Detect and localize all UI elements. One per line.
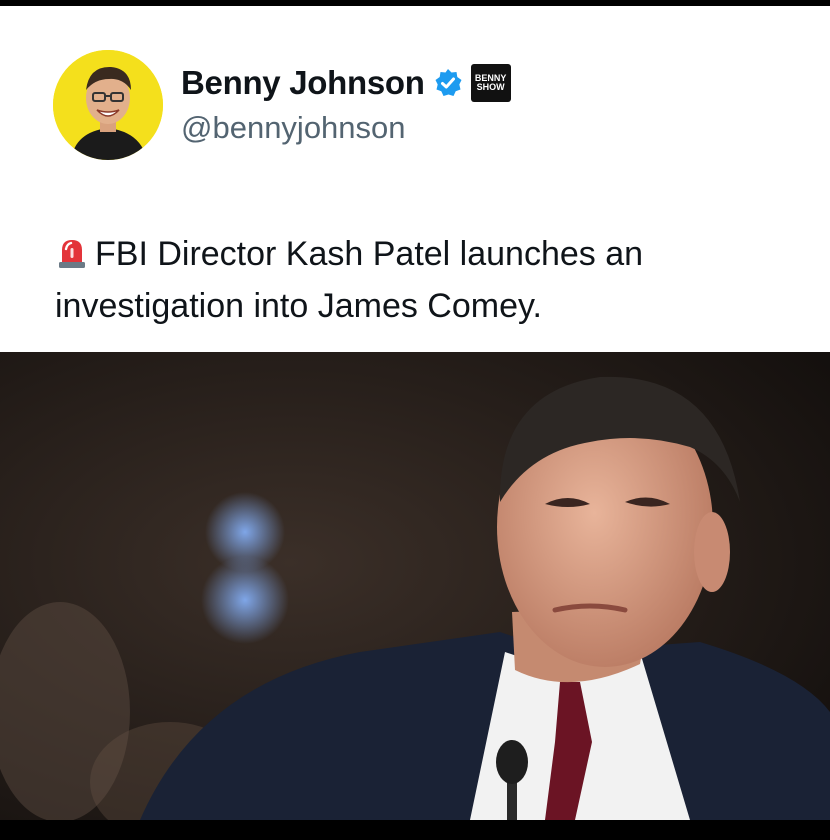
badge-line-2: SHOW bbox=[476, 82, 505, 92]
author-handle[interactable]: @bennyjohnson bbox=[181, 110, 406, 146]
author-row: Benny Johnson BENNY SHOW bbox=[181, 64, 511, 102]
benny-show-badge: BENNY SHOW bbox=[470, 64, 511, 102]
tweet-media-image[interactable] bbox=[0, 352, 830, 820]
avatar-photo bbox=[53, 50, 163, 160]
bottom-bar bbox=[0, 820, 830, 840]
tweet-body-text: FBI Director Kash Patel launches an inve… bbox=[55, 235, 644, 325]
media-photo bbox=[0, 352, 830, 820]
post-screenshot: Benny Johnson BENNY SHOW @bennyjohnson F… bbox=[0, 0, 830, 840]
author-name[interactable]: Benny Johnson bbox=[181, 64, 425, 102]
avatar[interactable] bbox=[53, 50, 163, 160]
police-siren-icon bbox=[55, 232, 89, 268]
tweet-card: Benny Johnson BENNY SHOW @bennyjohnson F… bbox=[0, 6, 830, 352]
verified-check-icon bbox=[433, 68, 463, 98]
tweet-body: FBI Director Kash Patel launches an inve… bbox=[55, 228, 795, 332]
